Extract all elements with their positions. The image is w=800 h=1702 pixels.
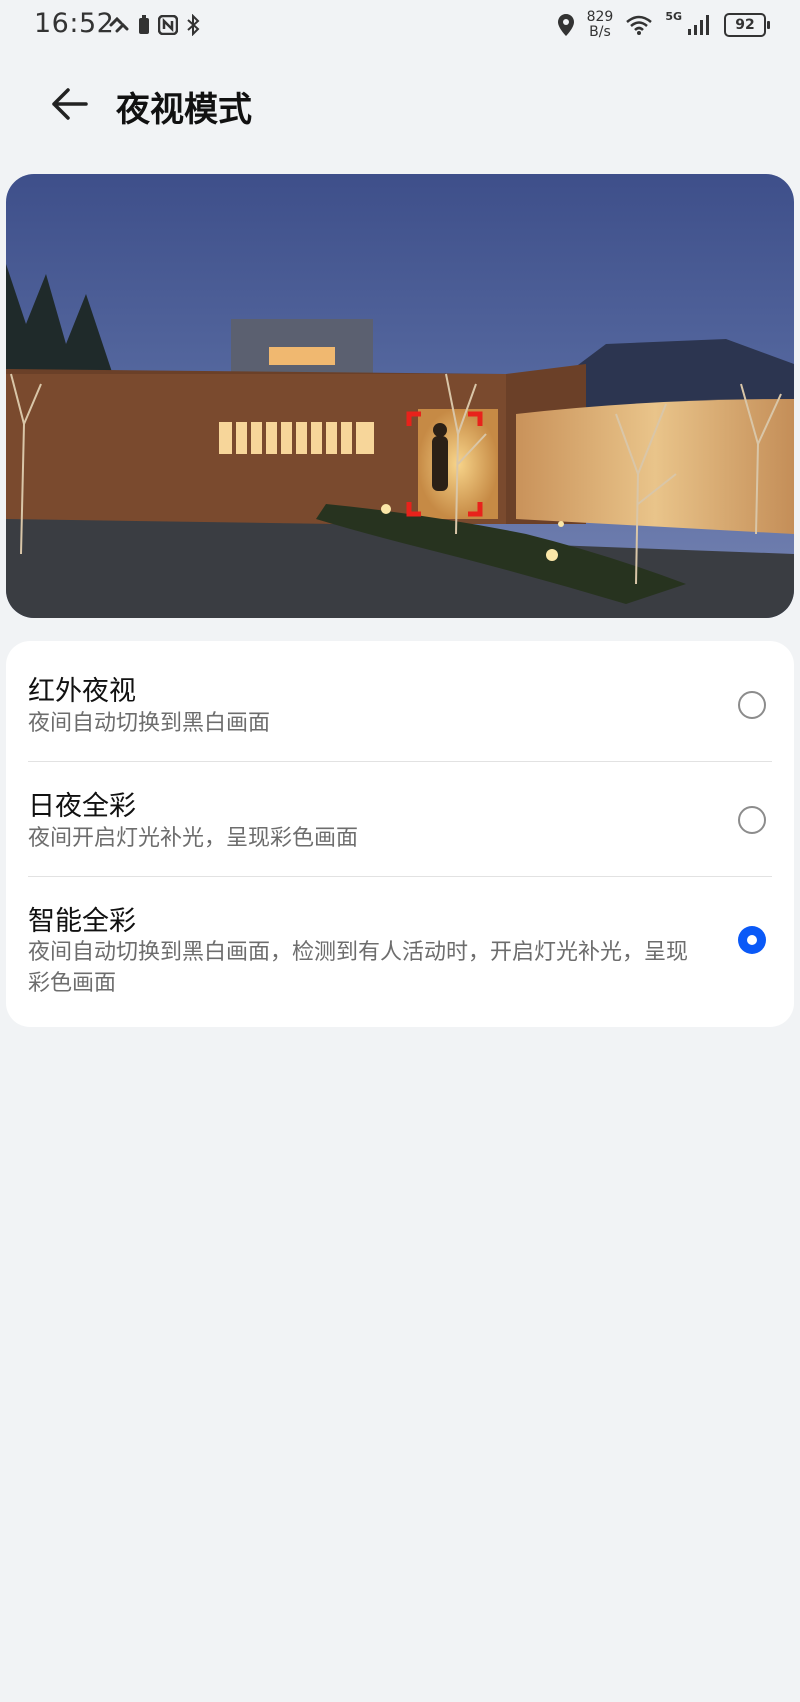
battery-saver-icon	[139, 15, 149, 34]
location-icon	[557, 14, 574, 36]
page-title: 夜视模式	[116, 90, 252, 130]
option-description: 夜间自动切换到黑白画面	[28, 711, 271, 736]
option-description: 夜间开启灯光补光，呈现彩色画面	[28, 826, 359, 851]
night-mode-options-card: 红外夜视 夜间自动切换到黑白画面 日夜全彩 夜间开启灯光补光，呈现彩色画面 智能…	[6, 641, 794, 1027]
status-time: 16:52	[34, 8, 115, 39]
option-title: 红外夜视	[28, 676, 136, 707]
option-smart-full-color[interactable]: 智能全彩 夜间自动切换到黑白画面，检测到有人活动时，开启灯光补光，呈现彩色画面	[6, 877, 794, 1027]
wifi-icon	[626, 15, 653, 35]
status-right-icons: 829 B/s 5G 92	[557, 10, 770, 40]
night-vision-preview-image	[6, 174, 794, 618]
nfc-icon	[158, 15, 178, 35]
status-bar: 16:52 829 B/s 5G 92	[0, 0, 800, 52]
net-speed-value: 829	[586, 9, 614, 25]
radio-button[interactable]	[738, 806, 766, 834]
back-button[interactable]	[48, 84, 92, 124]
battery-indicator: 92	[724, 13, 770, 37]
link-icon	[109, 16, 129, 33]
radio-button[interactable]	[738, 691, 766, 719]
option-title: 日夜全彩	[28, 791, 136, 822]
status-left-icons	[108, 14, 200, 36]
back-arrow-icon	[52, 88, 88, 120]
option-infrared-night-vision[interactable]: 红外夜视 夜间自动切换到黑白画面	[6, 641, 794, 761]
net-speed: 829 B/s	[587, 10, 614, 40]
net-speed-unit: B/s	[589, 24, 611, 40]
option-description: 夜间自动切换到黑白画面，检测到有人活动时，开启灯光补光，呈现彩色画面	[28, 940, 689, 996]
radio-button-selected[interactable]	[738, 926, 766, 954]
page-header: 夜视模式	[0, 68, 800, 138]
option-title: 智能全彩	[28, 906, 136, 937]
option-day-night-full-color[interactable]: 日夜全彩 夜间开启灯光补光，呈现彩色画面	[6, 762, 794, 876]
signal-type: 5G	[665, 10, 682, 23]
bluetooth-icon	[187, 14, 200, 36]
cellular-signal-icon	[688, 15, 709, 35]
